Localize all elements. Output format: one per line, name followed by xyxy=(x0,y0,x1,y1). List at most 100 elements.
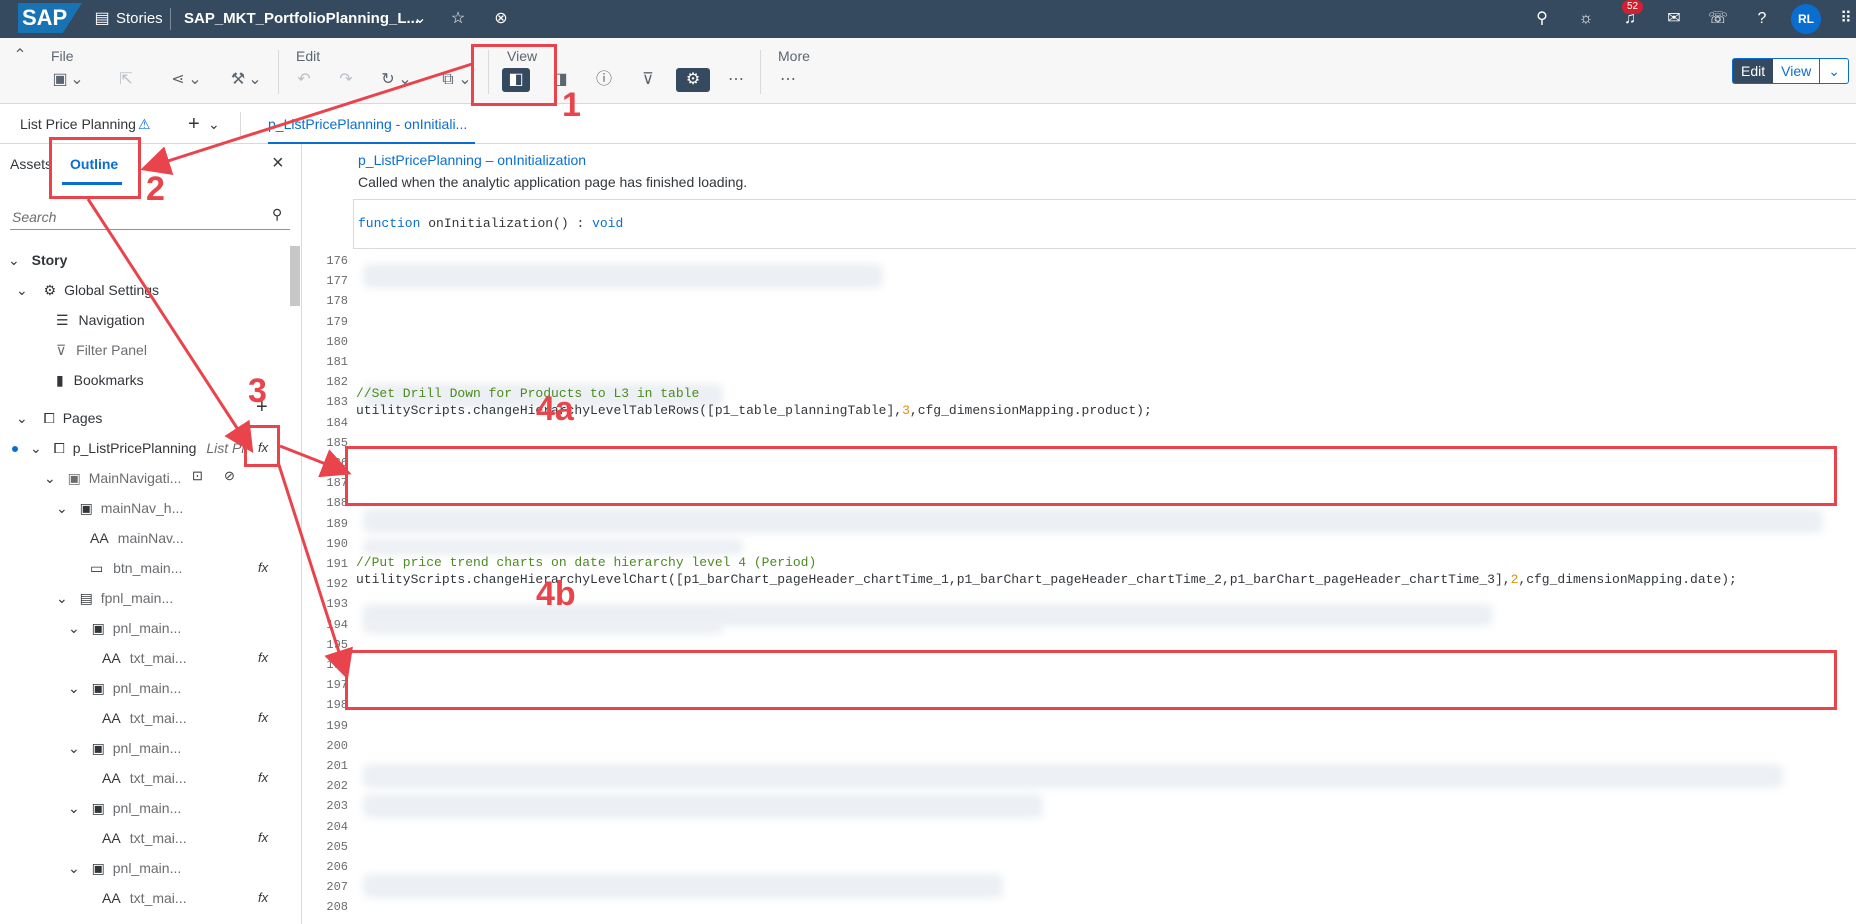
edit-mode-button[interactable]: Edit xyxy=(1733,59,1774,83)
help-icon[interactable]: ? xyxy=(1752,9,1772,29)
fx-script-icon[interactable]: fx xyxy=(258,440,268,455)
code-line[interactable]: utilityScripts.changeHierarchyLevelTable… xyxy=(356,403,1152,418)
chevron-down-icon[interactable]: ⌄ xyxy=(1819,59,1848,83)
close-circle-icon[interactable]: ⊗ xyxy=(491,9,511,29)
tree-filter-panel[interactable]: ⊽ Filter Panel xyxy=(56,338,147,362)
chevron-down-icon[interactable]: ⌄ xyxy=(68,860,80,876)
tree-label: Filter Panel xyxy=(76,342,147,358)
tree-item[interactable]: ⌄ ▣ pnl_main... xyxy=(68,796,181,820)
add-tab-icon[interactable]: + xyxy=(188,104,200,144)
outline-tab-indicator xyxy=(62,182,122,185)
story-title[interactable]: SAP_MKT_PortfolioPlanning_L... xyxy=(184,0,419,38)
tree-story[interactable]: ⌄ Story xyxy=(8,248,67,272)
performance-icon[interactable]: ⚙ xyxy=(676,68,710,92)
tree-item[interactable]: ⌄ ▣ MainNavigati... xyxy=(44,466,181,490)
view-mode-button[interactable]: View xyxy=(1773,59,1819,83)
more-options-icon[interactable]: ⋯ xyxy=(722,68,750,92)
export-icon: ⇱ xyxy=(119,71,133,88)
tab-assets[interactable]: Assets xyxy=(10,156,52,172)
fx-script-icon[interactable]: fx xyxy=(258,560,268,575)
chevron-down-icon[interactable]: ⌄ xyxy=(68,680,80,696)
tree-pages[interactable]: ⌄ ⧠ Pages xyxy=(16,406,102,430)
lock-icon[interactable]: ⊡ xyxy=(192,468,203,484)
lightbulb-icon[interactable]: ☼ xyxy=(1576,9,1596,29)
chevron-down-icon[interactable]: ⌄ xyxy=(30,440,42,456)
search-icon[interactable]: ⚲ xyxy=(272,206,282,223)
more-icon[interactable]: ⋯ xyxy=(774,68,802,92)
tree-item[interactable]: AA txt_mai... xyxy=(102,766,187,790)
chevron-down-icon[interactable]: ⌄ xyxy=(16,410,28,426)
fx-script-icon[interactable]: fx xyxy=(258,830,268,845)
collapse-toolbar-icon[interactable]: ⌃ xyxy=(6,44,34,68)
annotation-4a: 4a xyxy=(536,390,574,428)
line-number: 176 xyxy=(326,254,348,268)
close-icon[interactable]: × xyxy=(272,152,284,175)
tree-bookmarks[interactable]: ▮ Bookmarks xyxy=(56,368,144,392)
tab-outline[interactable]: Outline xyxy=(70,156,118,172)
tree-item[interactable]: ⌄ ▣ pnl_main... xyxy=(68,736,181,760)
feedback-icon[interactable]: ☏ xyxy=(1708,9,1728,29)
panel-icon: ▣ xyxy=(91,860,105,876)
chevron-down-icon[interactable]: ⌄ xyxy=(16,282,28,298)
line-number: 192 xyxy=(326,577,348,592)
tree-label: pnl_main... xyxy=(112,620,182,636)
tab-script-oninitialization[interactable]: p_ListPricePlanning - onInitiali... xyxy=(268,104,476,144)
tree-item[interactable]: ⌄ ▣ mainNav_h... xyxy=(56,496,183,520)
tree-item[interactable]: ⌄ ▣ pnl_main... xyxy=(68,676,181,700)
info-icon[interactable]: ⓘ xyxy=(590,68,618,92)
left-panel-icon[interactable]: ◧ xyxy=(502,68,530,92)
chevron-down-icon[interactable]: ⌄ xyxy=(8,252,20,268)
grid-menu-icon[interactable]: ⠿ xyxy=(1836,9,1856,29)
chevron-down-icon[interactable]: ⌄ xyxy=(44,470,56,486)
star-icon[interactable]: ☆ xyxy=(448,9,468,29)
chevron-down-icon[interactable]: ⌄ xyxy=(188,68,202,92)
fx-script-icon[interactable]: fx xyxy=(258,770,268,785)
chevron-down-icon[interactable]: ⌄ xyxy=(56,590,68,606)
tree-item[interactable]: ⌄ ▣ pnl_main... xyxy=(68,616,181,640)
chevron-down-icon[interactable]: ⌄ xyxy=(68,620,80,636)
fx-script-icon[interactable]: fx xyxy=(258,890,268,905)
line-number: 180 xyxy=(326,334,348,349)
tree-label: Global Settings xyxy=(64,282,160,298)
tree-item[interactable]: AA txt_mai... xyxy=(102,886,187,910)
tree-label: pnl_main... xyxy=(112,740,182,756)
line-number: 196 xyxy=(326,658,348,672)
search-icon[interactable]: ⚲ xyxy=(1532,9,1552,29)
code-line-comment[interactable]: //Put price trend charts on date hierarc… xyxy=(356,555,816,570)
chevron-down-icon[interactable]: ⌄ xyxy=(208,104,220,144)
fx-script-icon[interactable]: fx xyxy=(258,710,268,725)
tree-item[interactable]: ▭ btn_main... xyxy=(90,556,182,580)
line-number-gutter: 176 177 178 179 180 181 182 183 184 185 186 187 188 1… xyxy=(303,254,348,924)
tab-list-price-planning[interactable]: List Price Planning xyxy=(20,104,136,144)
tree-page-item[interactable]: ⌄ ⧠ p_ListPricePlanning List Pr xyxy=(30,436,246,460)
filter-icon[interactable]: ⊽ xyxy=(634,68,662,92)
tree-item[interactable]: AA txt_mai... xyxy=(102,706,187,730)
tree-item[interactable]: ⌄ ▤ fpnl_main... xyxy=(56,586,173,610)
tree-navigation[interactable]: ☰ Navigation xyxy=(56,308,145,332)
chevron-down-icon[interactable]: ⌄ xyxy=(458,68,472,92)
chat-icon[interactable]: ✉ xyxy=(1664,9,1684,29)
stories-link[interactable]: Stories xyxy=(116,0,163,38)
sap-logo[interactable]: SAP xyxy=(18,3,82,33)
sidebar-scrollbar[interactable] xyxy=(290,246,300,306)
chevron-down-icon[interactable]: ⌄ xyxy=(70,68,84,92)
chevron-down-icon[interactable]: ⌄ xyxy=(68,740,80,756)
tree-item[interactable]: ⌄ ▣ pnl_main... xyxy=(68,856,181,880)
code-line-comment[interactable]: //Set Drill Down for Products to L3 in t… xyxy=(356,386,699,401)
chevron-down-icon[interactable]: ⌄ xyxy=(410,9,430,29)
tree-global-settings[interactable]: ⌄ ⚙ Global Settings xyxy=(16,278,159,302)
chevron-down-icon[interactable]: ⌄ xyxy=(398,68,412,92)
chevron-down-icon[interactable]: ⌄ xyxy=(68,800,80,816)
tree-label: mainNav_h... xyxy=(100,500,184,516)
fx-script-icon[interactable]: fx xyxy=(258,650,268,665)
chevron-down-icon[interactable]: ⌄ xyxy=(248,68,262,92)
tree-item[interactable]: AA mainNav... xyxy=(90,526,184,550)
hidden-eye-icon[interactable]: ⊘ xyxy=(224,468,235,484)
chevron-down-icon[interactable]: ⌄ xyxy=(56,500,68,516)
outline-panel: Assets Outline × Search ⚲ ⌄ Story ⌄ ⚙ Gl… xyxy=(0,144,302,924)
tree-item[interactable]: AA txt_mai... xyxy=(102,826,187,850)
line-number: 184 xyxy=(326,415,348,430)
mode-switch: Edit View ⌄ xyxy=(1732,58,1849,84)
tree-item[interactable]: AA txt_mai... xyxy=(102,646,187,670)
avatar[interactable]: RL xyxy=(1791,4,1821,34)
